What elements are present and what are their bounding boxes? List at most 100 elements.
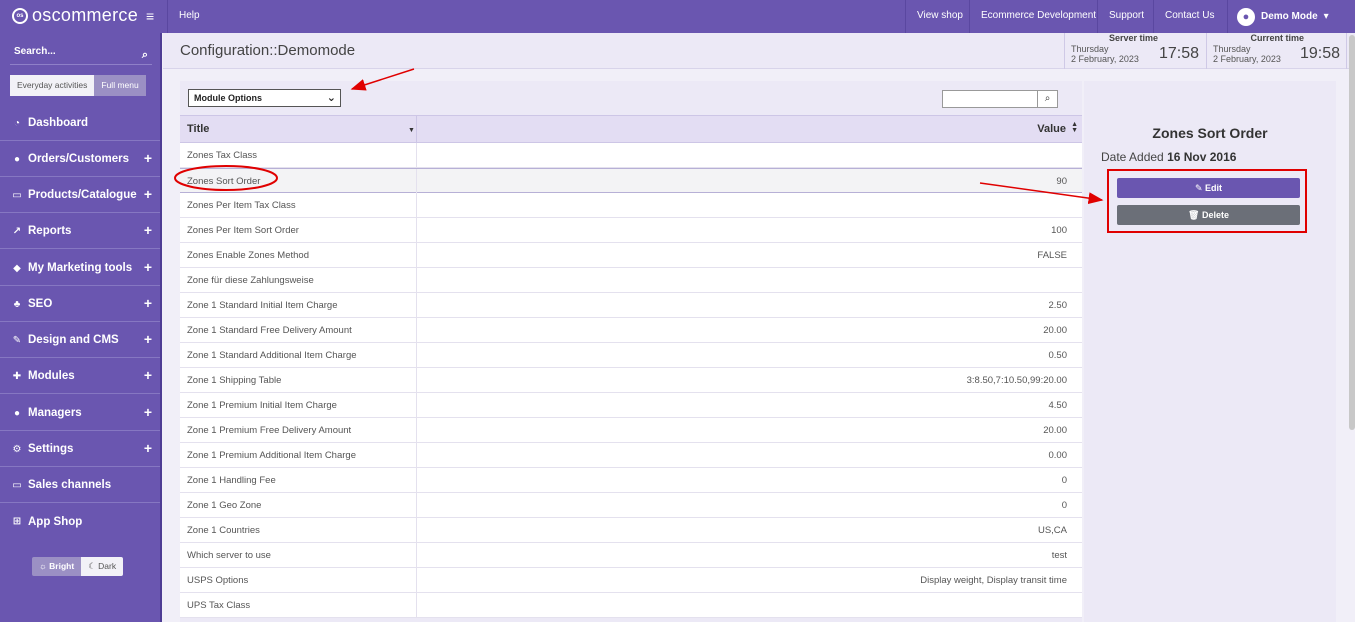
table-row[interactable]: Zone 1 Premium Free Delivery Amount 20.00 <box>180 418 1082 443</box>
row-value: 2.50 <box>1048 300 1068 311</box>
sort-icon[interactable]: ▲ ▼ <box>1071 121 1078 134</box>
sidebar-item-design-cms[interactable]: ✎ Design and CMS + <box>0 323 160 358</box>
edit-button[interactable]: ✎ Edit <box>1117 178 1300 198</box>
sidebar: Search... ⌕ Everyday activities Full men… <box>0 33 162 622</box>
sidebar-item-managers[interactable]: ● Managers + <box>0 396 160 431</box>
logo-text: oscommerce <box>32 5 139 25</box>
current-time-date: Thursday 2 February, 2023 <box>1213 44 1281 64</box>
server-time-date: Thursday 2 February, 2023 <box>1071 44 1139 64</box>
delete-button[interactable]: 🗑 Delete <box>1117 205 1300 225</box>
table-row[interactable]: Zone 1 Premium Additional Item Charge 0.0… <box>180 443 1082 468</box>
table-row[interactable]: Which server to use test <box>180 543 1082 568</box>
table-row[interactable]: Zone 1 Standard Free Delivery Amount 20.0… <box>180 318 1082 343</box>
expand-plus-icon[interactable]: + <box>144 405 152 419</box>
cell-divider <box>416 593 417 618</box>
table-row[interactable]: Zones Enable Zones Method FALSE <box>180 243 1082 268</box>
sidebar-item-seo[interactable]: ♣ SEO + <box>0 287 160 322</box>
table-row[interactable]: UPS Tax Class <box>180 593 1082 618</box>
sidebar-item-marketing-tools[interactable]: ◆ My Marketing tools + <box>0 251 160 286</box>
column-header-title[interactable]: Title <box>187 123 209 135</box>
ecommerce-development-link[interactable]: Ecommerce Development <box>969 0 1107 33</box>
cell-divider <box>416 218 417 243</box>
sidebar-item-sales-channels[interactable]: ▭ Sales channels <box>0 468 160 503</box>
expand-plus-icon[interactable]: + <box>144 187 152 201</box>
table-row[interactable]: Zone 1 Geo Zone 0 <box>180 493 1082 518</box>
page-header: Configuration::Demomode Server time Thur… <box>163 33 1355 69</box>
table-row[interactable]: Zone 1 Premium Initial Item Charge 4.50 <box>180 393 1082 418</box>
table-search-input[interactable]: ⌕ <box>942 90 1058 108</box>
expand-plus-icon[interactable]: + <box>144 441 152 455</box>
table-row[interactable]: Zones Sort Order 90 <box>180 168 1082 194</box>
gears-icon: ⚙ <box>12 443 22 455</box>
row-title: Zone 1 Standard Initial Item Charge <box>187 300 338 311</box>
theme-bright-button[interactable]: ☼ Bright <box>32 557 82 576</box>
expand-plus-icon[interactable]: + <box>144 368 152 382</box>
main-panel: Module Options ⌄ ⌕ Title ▼ Value ▲ ▼ Zone… <box>180 81 1082 622</box>
search-icon[interactable]: ⌕ <box>142 46 148 64</box>
table-row[interactable]: Zone 1 Countries US,CA <box>180 518 1082 543</box>
help-link[interactable]: Help <box>167 0 211 33</box>
expand-plus-icon[interactable]: + <box>144 332 152 346</box>
cell-divider <box>416 443 417 468</box>
column-header-value[interactable]: Value <box>1037 123 1066 135</box>
page-scrollbar[interactable] <box>1349 35 1355 430</box>
expand-plus-icon[interactable]: + <box>144 223 152 237</box>
table-row[interactable]: Zone 1 Shipping Table 3:8.50,7:10.50,99:2… <box>180 368 1082 393</box>
theme-dark-button[interactable]: ☾ Dark <box>81 557 124 576</box>
dashboard-icon: ◔ <box>13 117 21 129</box>
user-menu[interactable]: ● Demo Mode ▾ <box>1227 0 1329 33</box>
server-time-clock: 17:58 <box>1158 45 1199 62</box>
menu-mode-toggle: Everyday activities Full menu <box>10 75 146 96</box>
row-title: Zone 1 Standard Free Delivery Amount <box>187 325 352 336</box>
trash-icon: 🗑 <box>1188 210 1202 220</box>
sidebar-item-reports[interactable]: ↗ Reports + <box>0 214 160 249</box>
table-row[interactable]: Zone für diese Zahlungsweise <box>180 268 1082 293</box>
full-menu-button[interactable]: Full menu <box>94 75 146 96</box>
date-added-value: 16 Nov 2016 <box>1167 150 1237 164</box>
hamburger-menu-icon[interactable]: ≡ <box>146 9 154 23</box>
everyday-activities-button[interactable]: Everyday activities <box>10 75 95 96</box>
row-value: 0 <box>1061 475 1067 486</box>
sidebar-item-modules[interactable]: ✚ Modules + <box>0 359 160 394</box>
row-value: 4.50 <box>1048 400 1068 411</box>
search-icon[interactable]: ⌕ <box>1037 91 1057 107</box>
table-row[interactable]: USPS Options Display weight, Display tran… <box>180 568 1082 593</box>
sidebar-item-label: Settings <box>28 443 74 455</box>
cell-divider <box>416 293 417 318</box>
sidebar-search[interactable]: Search... ⌕ <box>10 43 152 65</box>
sort-down-icon[interactable]: ▼ <box>408 127 415 134</box>
sidebar-item-products-catalogue[interactable]: ▭ Products/Catalogue + <box>0 178 160 213</box>
sidebar-item-label: Dashboard <box>28 117 89 129</box>
expand-plus-icon[interactable]: + <box>144 151 152 165</box>
row-title: Zone für diese Zahlungsweise <box>187 275 314 286</box>
contact-us-link[interactable]: Contact Us <box>1153 0 1225 33</box>
puzzle-icon: ✚ <box>12 370 22 382</box>
brush-icon: ✎ <box>12 334 22 346</box>
view-shop-link[interactable]: View shop <box>905 0 974 33</box>
table-row[interactable]: Zones Per Item Sort Order 100 <box>180 218 1082 243</box>
theme-dark-label: Dark <box>98 561 117 571</box>
table-row[interactable]: Zone 1 Handling Fee 0 <box>180 468 1082 493</box>
support-link[interactable]: Support <box>1097 0 1155 33</box>
cart-icon: ⊞ <box>12 516 22 527</box>
sidebar-item-settings[interactable]: ⚙ Settings + <box>0 432 160 467</box>
expand-plus-icon[interactable]: + <box>144 296 152 310</box>
table-row[interactable]: Zones Tax Class <box>180 143 1082 168</box>
search-placeholder: Search... <box>14 46 56 57</box>
sidebar-item-app-shop[interactable]: ⊞ App Shop <box>0 504 160 539</box>
row-title: Zones Per Item Sort Order <box>187 225 299 236</box>
oscommerce-logo[interactable]: os oscommerce <box>12 5 138 26</box>
table-row[interactable]: Zone 1 Standard Additional Item Charge 0.… <box>180 343 1082 368</box>
expand-plus-icon[interactable]: + <box>144 260 152 274</box>
sun-icon: ☼ <box>39 561 50 571</box>
sidebar-item-dashboard[interactable]: ◔ Dashboard <box>0 106 160 141</box>
module-options-select[interactable]: Module Options ⌄ <box>188 89 341 107</box>
row-value: 3:8.50,7:10.50,99:20.00 <box>966 375 1067 386</box>
row-title: Zones Tax Class <box>187 150 258 161</box>
user-menu-label: Demo Mode <box>1261 11 1318 22</box>
sidebar-item-orders-customers[interactable]: ● Orders/Customers + <box>0 142 160 177</box>
page-title: Configuration::Demomode <box>180 42 356 59</box>
table-row[interactable]: Zones Per Item Tax Class <box>180 193 1082 218</box>
table-row[interactable]: Zone 1 Standard Initial Item Charge 2.50 <box>180 293 1082 318</box>
current-time-label: Current time <box>1250 33 1304 43</box>
